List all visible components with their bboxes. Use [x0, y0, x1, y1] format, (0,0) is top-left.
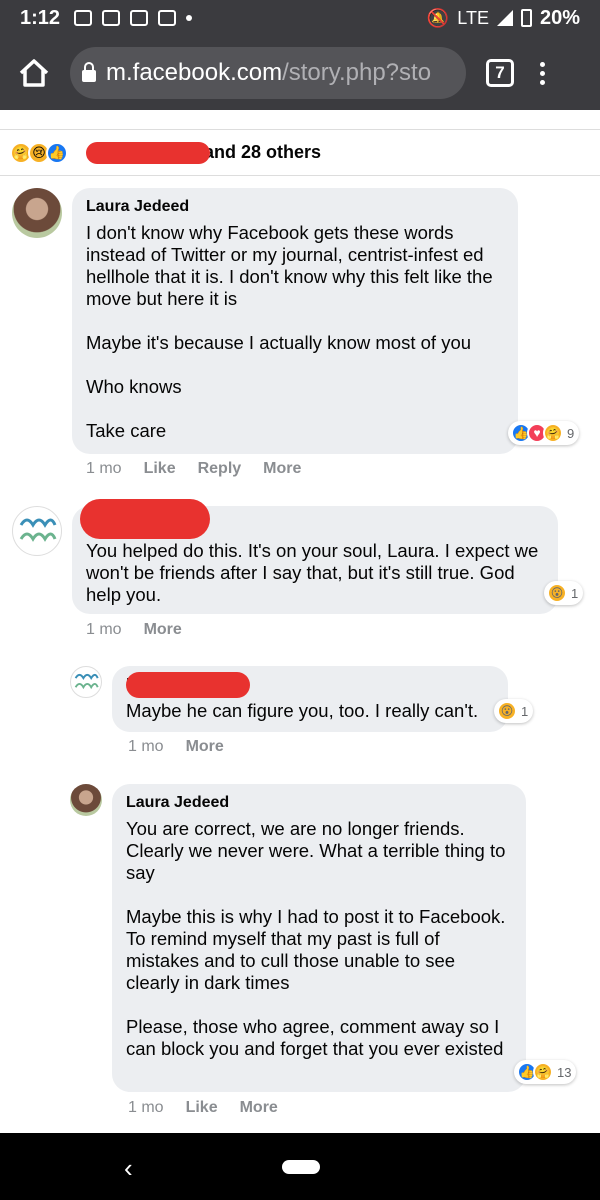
comment-reactions[interactable]: 👍 ♥ 🤗 9	[508, 421, 580, 445]
comment-actions: 1 mo Like More	[128, 1099, 278, 1117]
comment-actions: 1 mo More	[128, 738, 224, 756]
logo-icon	[74, 673, 99, 690]
wow-reaction-icon: 😮	[547, 583, 567, 603]
redaction-mark	[126, 672, 250, 698]
reaction-count: 9	[567, 425, 575, 441]
menu-dot	[540, 79, 545, 85]
comment-time[interactable]: 1 mo	[86, 460, 122, 478]
redaction-mark	[80, 499, 210, 539]
lock-icon	[82, 62, 96, 82]
reactions-summary-text: and 28 others	[204, 142, 322, 162]
comment-reactions[interactable]: 👍 🤗 13	[514, 1060, 577, 1084]
comment-time[interactable]: 1 mo	[86, 621, 122, 639]
status-time: 1:12	[20, 6, 61, 29]
post-actions-remnant	[0, 110, 600, 130]
comment-author[interactable]: Laura Jedeed	[86, 198, 504, 216]
reply-bubble: Laura Jedeed You are correct, we are no …	[112, 784, 526, 1092]
like-button[interactable]: Like	[144, 460, 176, 478]
status-bar: 1:12 🔕 LTE 20%	[0, 0, 600, 36]
comment-text: Maybe he can figure you, too. I really c…	[126, 700, 479, 721]
more-button[interactable]: More	[263, 460, 301, 478]
reaction-count: 1	[521, 703, 529, 719]
care-reaction-icon: 🤗	[533, 1062, 553, 1082]
signal-icon	[496, 10, 513, 26]
status-right: 🔕 LTE 20%	[427, 7, 580, 30]
more-notifications-icon	[186, 15, 193, 21]
comment-text: I don't know why Facebook gets these wor…	[86, 222, 493, 441]
comment-actions: 1 mo More	[86, 621, 182, 639]
avatar[interactable]	[12, 188, 62, 238]
home-gesture-pill[interactable]	[282, 1160, 320, 1174]
comment-actions: 1 mo Like Reply More	[86, 460, 301, 478]
care-reaction-icon: 🤗	[543, 423, 563, 443]
avatar[interactable]	[12, 506, 62, 556]
more-button[interactable]: More	[186, 738, 224, 756]
redaction-mark	[86, 142, 210, 164]
avatar[interactable]	[70, 666, 102, 698]
like-button[interactable]: Like	[186, 1099, 218, 1117]
menu-dot	[540, 61, 545, 67]
more-button[interactable]: More	[144, 621, 182, 639]
avatar[interactable]	[70, 784, 102, 816]
comment-time[interactable]: 1 mo	[128, 1099, 164, 1117]
comment-reactions[interactable]: 😮 1	[544, 581, 584, 605]
like-reaction-icon: 👍	[46, 141, 68, 164]
overflow-menu-button[interactable]	[540, 61, 545, 85]
comment-reactions[interactable]: 😮 1	[494, 699, 534, 723]
home-button[interactable]	[14, 53, 54, 93]
menu-dot	[540, 70, 545, 76]
instagram-icon	[102, 10, 121, 26]
comment-text: You helped do this. It's on your soul, L…	[86, 540, 539, 605]
gmail-icon-2	[158, 10, 177, 26]
comment-text: You are correct, we are no longer friend…	[126, 818, 506, 1059]
wow-reaction-icon: 😮	[497, 701, 517, 721]
battery-icon	[520, 9, 532, 27]
reply-button[interactable]: Reply	[198, 460, 242, 478]
tab-switcher-button[interactable]: 7	[486, 59, 514, 87]
mute-icon: 🔕	[426, 7, 450, 28]
comment-bubble: Laura Jedeed I don't know why Facebook g…	[72, 188, 518, 454]
network-label: LTE	[457, 7, 489, 28]
more-button[interactable]: More	[240, 1099, 278, 1117]
battery-percent: 20%	[539, 6, 580, 29]
message-icon	[74, 10, 93, 26]
home-icon	[19, 59, 49, 87]
browser-toolbar: m.facebook.com/story.php?sto 7	[0, 36, 600, 110]
gmail-icon	[130, 10, 149, 26]
url-path: /story.php?sto	[282, 59, 432, 86]
url-host: m.facebook.com	[106, 59, 283, 86]
reaction-count: 13	[557, 1064, 572, 1080]
comment-author[interactable]: Laura Jedeed	[126, 794, 512, 812]
back-icon[interactable]: ‹	[124, 1153, 133, 1184]
url-bar[interactable]: m.facebook.com/story.php?sto	[70, 47, 466, 99]
comment-time[interactable]: 1 mo	[128, 738, 164, 756]
logo-icon	[19, 518, 57, 542]
notification-icons	[74, 10, 193, 26]
system-nav-bar: ‹	[0, 1133, 600, 1200]
reaction-count: 1	[571, 585, 579, 601]
